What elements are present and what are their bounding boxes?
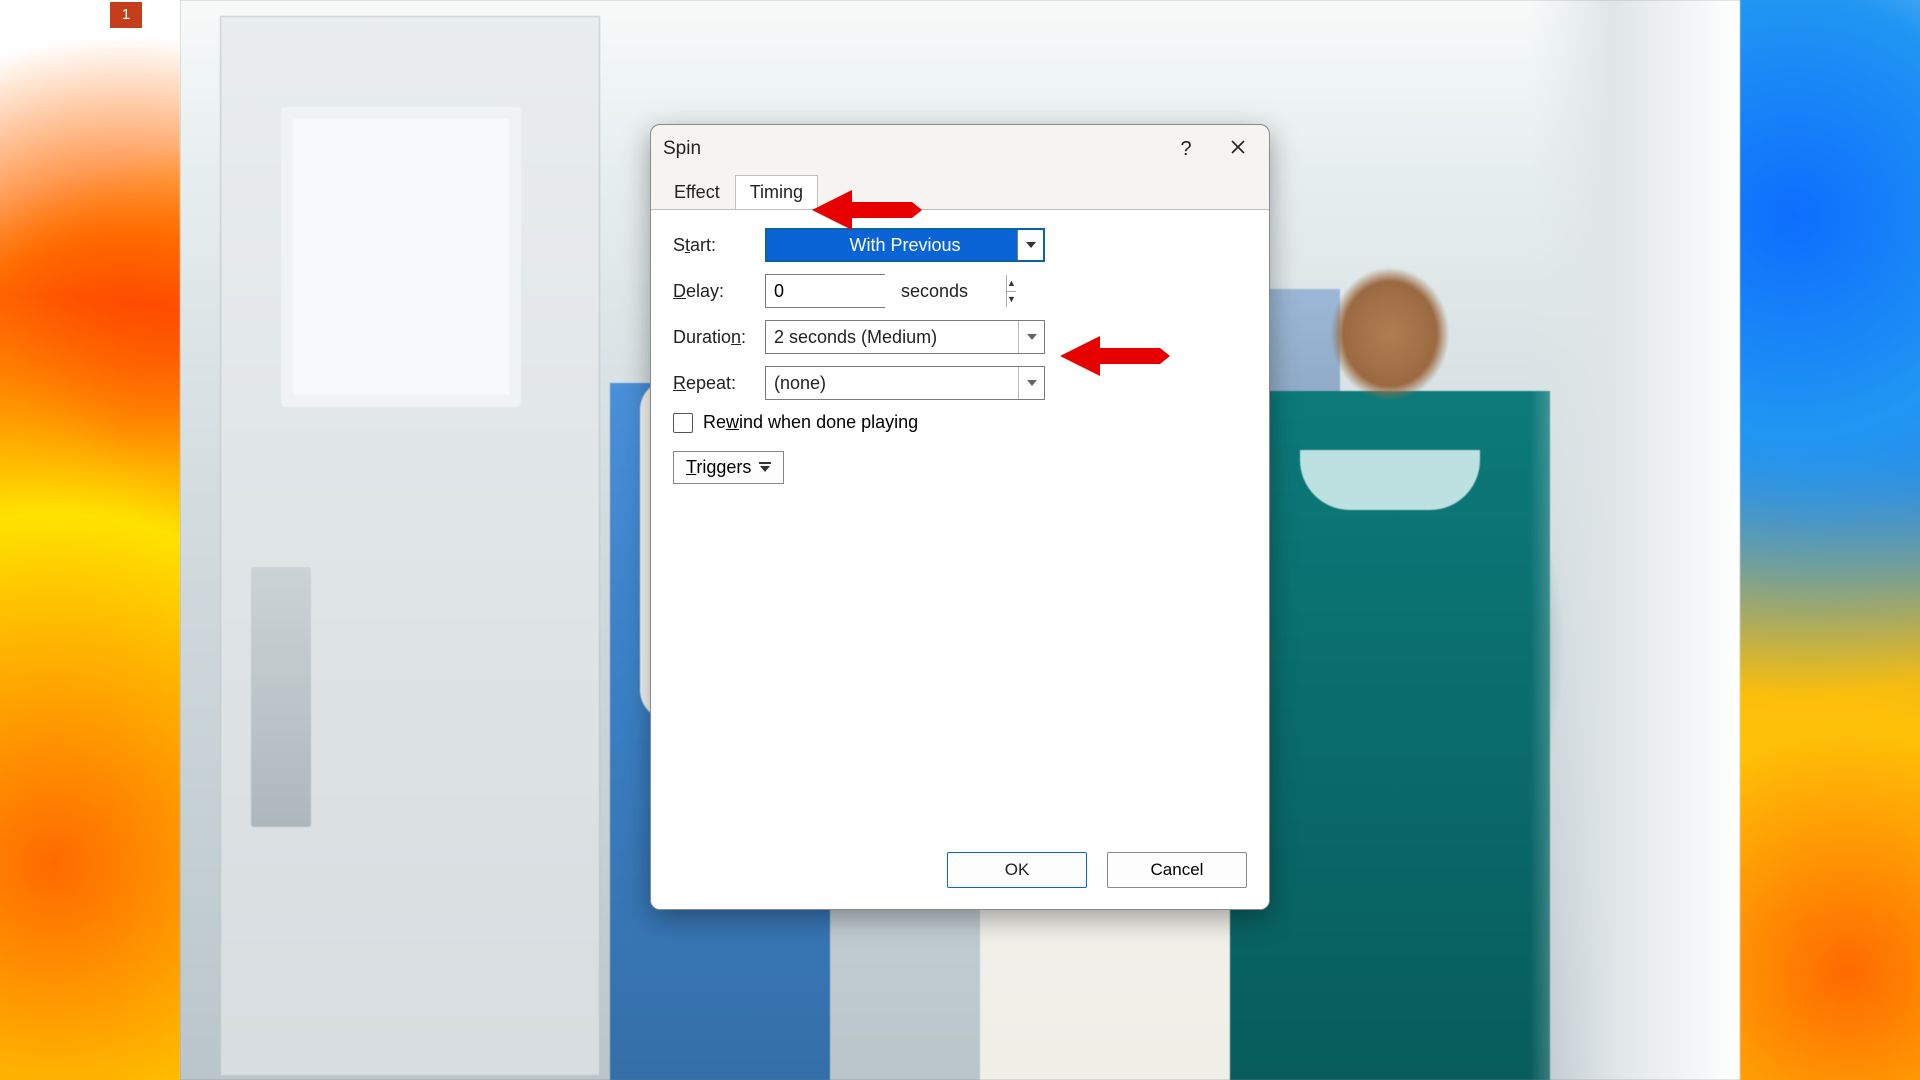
- bg-artwork-left: [0, 0, 180, 1080]
- close-icon: [1230, 138, 1246, 161]
- rewind-checkbox[interactable]: Rewind when done playing: [673, 412, 1247, 433]
- triggers-label: Triggers: [686, 457, 751, 478]
- start-dropdown[interactable]: With Previous: [765, 228, 1045, 262]
- triggers-caret-icon: [759, 461, 771, 475]
- delay-input[interactable]: [766, 275, 1006, 307]
- close-button[interactable]: [1213, 125, 1263, 173]
- chevron-down-icon: [1018, 367, 1044, 399]
- dialog-footer: OK Cancel: [651, 841, 1269, 909]
- spinner-down-icon[interactable]: ▼: [1007, 292, 1016, 308]
- chevron-down-icon: [1018, 321, 1044, 353]
- bg-artwork-right: [1740, 0, 1920, 1080]
- duration-label: Duration:: [673, 327, 765, 348]
- dialog-tabs: Effect Timing: [651, 173, 1269, 209]
- chevron-down-icon: [1017, 230, 1043, 260]
- delay-label: Delay:: [673, 281, 765, 302]
- spin-dialog: Spin ? Effect Timing Start: With Previou…: [650, 124, 1270, 910]
- dialog-titlebar: Spin ?: [651, 125, 1269, 173]
- repeat-value: (none): [774, 373, 826, 394]
- wall-right-graphic: [1530, 0, 1740, 1080]
- repeat-dropdown[interactable]: (none): [765, 366, 1045, 400]
- timing-panel: Start: With Previous Delay: ▲: [651, 209, 1269, 841]
- repeat-label: Repeat:: [673, 373, 765, 394]
- cancel-button[interactable]: Cancel: [1107, 852, 1247, 888]
- start-label: Start:: [673, 235, 765, 256]
- delay-spinner[interactable]: ▲ ▼: [765, 274, 885, 308]
- rewind-label: Rewind when done playing: [703, 412, 918, 433]
- checkbox-icon: [673, 413, 693, 433]
- duration-value: 2 seconds (Medium): [774, 327, 937, 348]
- start-value: With Previous: [767, 230, 1043, 260]
- door-graphic: [220, 16, 600, 1076]
- triggers-button[interactable]: Triggers: [673, 451, 784, 484]
- dialog-title: Spin: [663, 138, 701, 160]
- ok-button[interactable]: OK: [947, 852, 1087, 888]
- delay-suffix: seconds: [901, 281, 968, 302]
- tab-effect[interactable]: Effect: [659, 175, 735, 210]
- spinner-up-icon[interactable]: ▲: [1007, 275, 1016, 292]
- duration-dropdown[interactable]: 2 seconds (Medium): [765, 320, 1045, 354]
- help-button[interactable]: ?: [1161, 125, 1211, 173]
- figure-nurse-teal: [1230, 260, 1550, 1080]
- slide-number-badge: 1: [110, 2, 142, 28]
- tab-timing[interactable]: Timing: [735, 175, 818, 210]
